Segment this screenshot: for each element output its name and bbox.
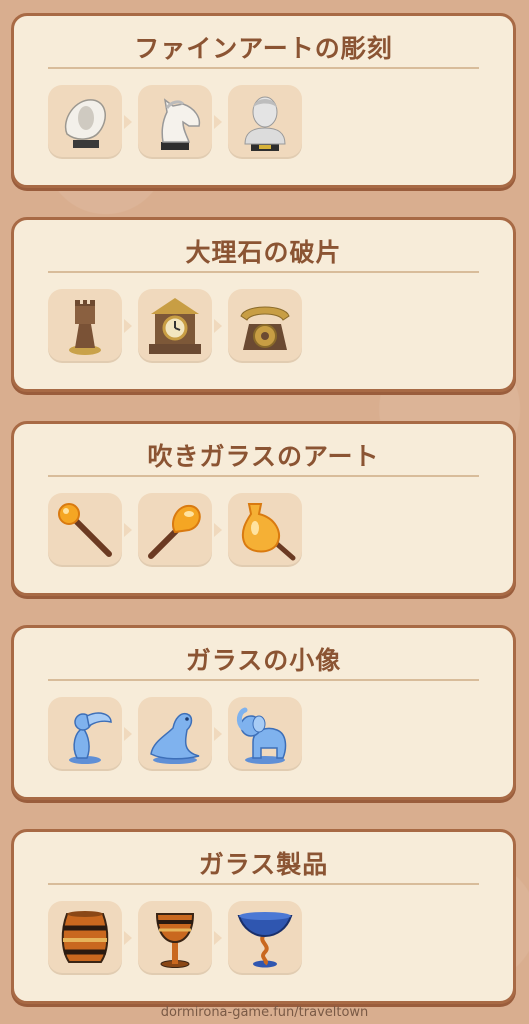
striped-goblet-icon: [155, 913, 195, 968]
item-tile[interactable]: [48, 85, 122, 159]
chain-card-blown-glass-art: 吹きガラスのアート: [11, 421, 516, 596]
abstract-sculpture-icon: [64, 99, 106, 148]
chain-arrow: [214, 727, 222, 741]
chain-arrow: [214, 523, 222, 537]
mantel-clock-icon: [149, 298, 201, 354]
chain-card-fine-art-sculpture: ファインアートの彫刻: [11, 13, 516, 188]
card-title: ガラス製品: [198, 850, 329, 879]
item-tile[interactable]: [138, 289, 212, 363]
item-tile[interactable]: [138, 493, 212, 567]
chain-arrow: [214, 931, 222, 945]
item-tile[interactable]: [48, 901, 122, 975]
watermark-url: dormirona-game.fun/traveltown: [160, 1005, 369, 1020]
item-tile[interactable]: [228, 697, 302, 771]
item-tile[interactable]: [228, 493, 302, 567]
card-divider: [48, 679, 479, 681]
glass-toucan-icon: [69, 712, 112, 764]
chain-card-glass-products: ガラス製品: [11, 829, 516, 1004]
card-title: ファインアートの彫刻: [134, 34, 393, 63]
chain-arrow: [124, 931, 132, 945]
card-title: ガラスの小像: [185, 646, 342, 675]
chain-arrow: [124, 115, 132, 129]
chain-arrow: [214, 115, 222, 129]
striped-glass-vase-icon: [61, 911, 109, 963]
card-divider: [48, 883, 479, 885]
item-tile[interactable]: [48, 493, 122, 567]
rotary-telephone-icon: [240, 306, 290, 350]
card-divider: [48, 271, 479, 273]
item-tile[interactable]: [228, 289, 302, 363]
glass-elephant-icon: [236, 707, 287, 764]
glassblowing-rod-large-icon: [148, 504, 201, 559]
card-title: 吹きガラスのアート: [147, 442, 380, 471]
item-tile[interactable]: [138, 697, 212, 771]
glassblowing-vase-icon: [241, 503, 296, 561]
chain-arrow: [124, 727, 132, 741]
card-divider: [48, 475, 479, 477]
card-title: 大理石の破片: [185, 238, 342, 267]
chain-arrow: [214, 319, 222, 333]
blue-goblet-icon: [237, 912, 293, 968]
item-tile[interactable]: [138, 85, 212, 159]
item-tile[interactable]: [138, 901, 212, 975]
item-tile[interactable]: [48, 289, 122, 363]
item-tile[interactable]: [48, 697, 122, 771]
glass-seal-icon: [150, 712, 200, 764]
chain-card-glass-figurines: ガラスの小像: [11, 625, 516, 800]
item-tile[interactable]: [228, 85, 302, 159]
chain-card-marble-fragments: 大理石の破片: [11, 217, 516, 392]
chess-rook-icon: [69, 300, 101, 355]
glassblowing-rod-small-icon: [58, 503, 112, 557]
bust-sculpture-icon: [244, 96, 286, 151]
horse-head-sculpture-icon: [161, 98, 201, 150]
chain-arrow: [124, 523, 132, 537]
item-tile[interactable]: [228, 901, 302, 975]
chain-arrow: [124, 319, 132, 333]
card-divider: [48, 67, 479, 69]
